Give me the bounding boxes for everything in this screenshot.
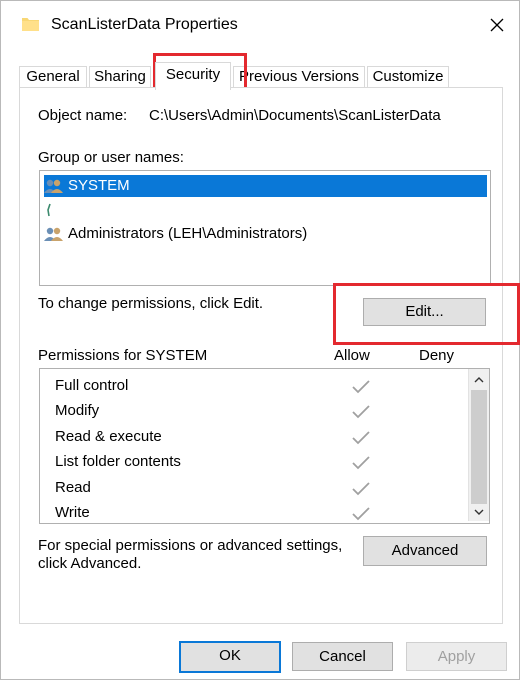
tab-general[interactable]: General [19, 66, 87, 88]
allow-column-header: Allow [334, 347, 370, 364]
permissions-label: Permissions for SYSTEM [38, 347, 208, 364]
folder-icon [22, 18, 39, 31]
change-permissions-hint: To change permissions, click Edit. [38, 295, 264, 312]
group-user-label: Group or user names: [38, 149, 184, 166]
advanced-button[interactable]: Advanced [363, 536, 487, 566]
permissions-scrollbar[interactable] [468, 369, 489, 521]
tab-customize[interactable]: Customize [367, 66, 449, 88]
group-user-list[interactable]: SYSTEM Administrators (LEH\Administrator… [39, 170, 491, 286]
list-item-system[interactable]: SYSTEM [44, 175, 487, 197]
list-item-label: SYSTEM [68, 177, 130, 194]
cancel-button[interactable]: Cancel [292, 642, 393, 671]
check-icon [352, 456, 370, 470]
tab-previous-versions[interactable]: Previous Versions [233, 66, 365, 88]
apply-button[interactable]: Apply [406, 642, 507, 671]
list-item-label: Administrators (LEH\Administrators) [68, 225, 308, 242]
check-icon [352, 431, 370, 445]
object-name-label: Object name: [38, 107, 128, 124]
user-group-icon [44, 227, 63, 242]
permission-row: Modify [55, 402, 370, 427]
permission-name: List folder contents [55, 453, 181, 470]
edit-button[interactable]: Edit... [363, 298, 486, 326]
deny-column-header: Deny [419, 347, 455, 364]
window-title: ScanListerData Properties [51, 16, 238, 33]
permission-row: Read [55, 479, 370, 504]
ok-button[interactable]: OK [179, 641, 281, 673]
check-icon [352, 482, 370, 496]
permission-name: Read [55, 479, 91, 496]
check-icon [352, 507, 370, 521]
properties-window: ScanListerData Properties General Sharin… [0, 0, 520, 680]
permissions-list[interactable]: Full control Modify Read & execute List … [39, 368, 490, 524]
close-button[interactable] [481, 9, 513, 41]
permission-row: Full control [55, 377, 370, 402]
scroll-thumb[interactable] [471, 390, 487, 504]
advanced-hint-line1: For special permissions or advanced sett… [38, 537, 343, 554]
permission-name: Modify [55, 402, 100, 419]
permission-name: Write [55, 504, 90, 521]
unknown-user-icon [47, 203, 51, 217]
permission-name: Read & execute [55, 428, 162, 445]
permission-row: Write [55, 504, 370, 523]
check-icon [352, 405, 370, 419]
tab-sharing[interactable]: Sharing [89, 66, 151, 88]
object-name-value: C:\Users\Admin\Documents\ScanListerData [149, 107, 441, 124]
advanced-hint-line2: click Advanced. [38, 555, 142, 572]
title-bar: ScanListerData Properties [1, 1, 519, 51]
chevron-up-icon [474, 377, 484, 383]
check-icon [352, 380, 370, 394]
permission-name: Full control [55, 377, 129, 394]
permission-row: List folder contents [55, 453, 370, 478]
list-item-administrators[interactable]: Administrators (LEH\Administrators) [44, 223, 307, 245]
chevron-down-icon [474, 509, 484, 515]
close-icon [490, 18, 504, 32]
scroll-down-button[interactable] [469, 503, 489, 521]
user-group-icon [44, 179, 63, 194]
scroll-up-button[interactable] [469, 371, 489, 389]
permission-row: Read & execute [55, 428, 370, 453]
tab-security[interactable]: Security [155, 62, 231, 90]
list-item-unknown[interactable] [44, 199, 58, 221]
